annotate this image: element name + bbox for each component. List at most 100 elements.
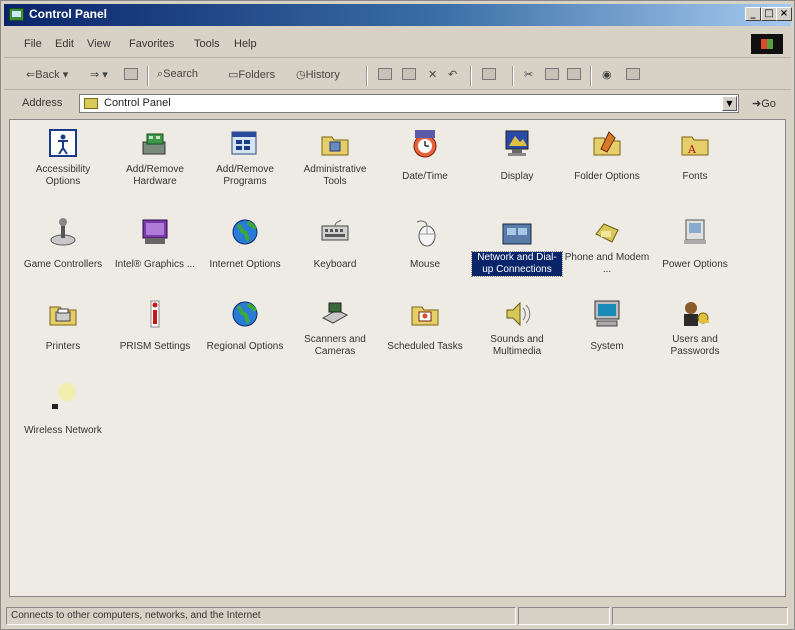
control-panel-item-users-and-passwords[interactable]: Users and Passwords (650, 298, 740, 358)
item-label: Wireless Network (24, 425, 102, 436)
users-icon (679, 298, 711, 330)
search-button[interactable]: ⌕Search (157, 68, 198, 81)
control-panel-window: Control Panel _ □ × File Edit View Favor… (0, 0, 795, 630)
scanner-icon (319, 298, 351, 330)
history-icon: ◷ (296, 69, 306, 81)
minimize-button[interactable]: _ (745, 7, 761, 21)
item-label: Date/Time (402, 171, 448, 182)
control-panel-item-scheduled-tasks[interactable]: Scheduled Tasks (380, 298, 470, 353)
phone-icon (591, 216, 623, 248)
item-label: Printers (45, 341, 81, 352)
accessibility-icon (47, 128, 79, 160)
properties-icon[interactable] (626, 68, 640, 80)
control-panel-item-prism-settings[interactable]: PRISM Settings (110, 298, 200, 353)
control-panel-folder-icon (84, 98, 98, 109)
network-icon (501, 216, 533, 248)
control-panel-item-add-remove-hardware[interactable]: Add/Remove Hardware (110, 128, 200, 188)
control-panel-item-power-options[interactable]: Power Options (650, 216, 740, 271)
delete-icon[interactable]: ✕ (428, 68, 437, 81)
hardware-icon (139, 128, 171, 160)
control-panel-item-internet-options[interactable]: Internet Options (200, 216, 290, 271)
clock-icon (409, 128, 441, 160)
forward-button[interactable]: ⇒ ▾ (90, 68, 108, 81)
undo-icon[interactable]: ↶ (448, 68, 457, 81)
refresh-icon[interactable]: ◉ (602, 68, 612, 81)
control-panel-item-mouse[interactable]: Mouse (380, 216, 470, 271)
menu-tools[interactable]: Tools (194, 38, 220, 50)
toolbar-separator (512, 66, 514, 86)
item-label: Display (500, 171, 534, 182)
item-label: Folder Options (574, 171, 640, 182)
menu-edit[interactable]: Edit (55, 38, 74, 50)
menu-file[interactable]: File (24, 38, 42, 50)
control-panel-item-accessibility-options[interactable]: Accessibility Options (18, 128, 108, 188)
toolbar-separator (147, 66, 149, 86)
prism-icon (139, 298, 171, 330)
back-button[interactable]: ⇐Back ▾ (26, 68, 68, 81)
menu-favorites[interactable]: Favorites (129, 38, 174, 50)
maximize-button[interactable]: □ (761, 7, 777, 21)
control-panel-item-display[interactable]: Display (472, 128, 562, 183)
control-panel-item-administrative-tools[interactable]: Administrative Tools (290, 128, 380, 188)
toolbar-separator (590, 66, 592, 86)
item-label: Network and Dial-up Connections (471, 251, 563, 277)
control-panel-item-regional-options[interactable]: Regional Options (200, 298, 290, 353)
control-panel-item-fonts[interactable]: A Fonts (650, 128, 740, 183)
scheduled-tasks-icon (409, 298, 441, 330)
control-panel-item-phone-and-modem[interactable]: Phone and Modem ... (562, 216, 652, 276)
item-label: Fonts (682, 171, 708, 182)
address-label: Address (22, 97, 63, 109)
up-folder-icon[interactable] (124, 68, 138, 80)
menu-help[interactable]: Help (234, 38, 257, 50)
item-label: Game Controllers (23, 259, 103, 270)
history-button[interactable]: ◷History (296, 68, 340, 81)
folders-icon: ▭ (228, 69, 239, 81)
item-label: Phone and Modem ... (564, 252, 650, 275)
wireless-icon (47, 382, 79, 414)
address-field[interactable]: Control Panel ▼ (79, 94, 739, 113)
move-to-icon[interactable] (378, 68, 392, 80)
control-panel-item-wireless-network[interactable]: Wireless Network (18, 382, 108, 437)
standard-toolbar: ⇐Back ▾ ⇒ ▾ ⌕Search ▭Folders ◷History ✕ … (4, 61, 791, 90)
views-icon[interactable] (482, 68, 496, 80)
status-bar: Connects to other computers, networks, a… (4, 605, 791, 627)
control-panel-item-folder-options[interactable]: Folder Options (562, 128, 652, 183)
toolbar-separator (366, 66, 368, 86)
go-button[interactable]: ➜Go (752, 97, 776, 110)
windows-logo-icon (751, 34, 783, 54)
address-bar: Address Control Panel ▼ ➜Go (4, 92, 791, 116)
power-icon (679, 216, 711, 248)
item-label: Power Options (662, 259, 728, 270)
item-label: Internet Options (209, 259, 281, 270)
control-panel-item-printers[interactable]: Printers (18, 298, 108, 353)
chevron-down-icon[interactable]: ▼ (722, 96, 737, 111)
control-panel-item-sounds-and-multimedia[interactable]: Sounds and Multimedia (472, 298, 562, 358)
speaker-icon (501, 298, 533, 330)
control-panel-item-date-time[interactable]: Date/Time (380, 128, 470, 183)
title-bar[interactable]: Control Panel _ □ × (4, 4, 792, 26)
control-panel-item-system[interactable]: System (562, 298, 652, 353)
joystick-icon (47, 216, 79, 248)
back-arrow-icon: ⇐ (26, 69, 36, 81)
folders-button[interactable]: ▭Folders (228, 68, 275, 81)
control-panel-item-scanners-and-cameras[interactable]: Scanners and Cameras (290, 298, 380, 358)
control-panel-item-add-remove-programs[interactable]: Add/Remove Programs (200, 128, 290, 188)
control-panel-item-game-controllers[interactable]: Game Controllers (18, 216, 108, 271)
computer-icon (591, 298, 623, 330)
cut-icon[interactable]: ✂ (524, 68, 533, 81)
copy-icon[interactable] (545, 68, 559, 80)
close-button[interactable]: × (776, 7, 792, 21)
address-value: Control Panel (104, 97, 171, 109)
control-panel-item-keyboard[interactable]: Keyboard (290, 216, 380, 271)
copy-to-icon[interactable] (402, 68, 416, 80)
item-label: Administrative Tools (303, 164, 367, 187)
menu-view[interactable]: View (87, 38, 111, 50)
item-label: PRISM Settings (119, 341, 191, 352)
toolbar-separator (470, 66, 472, 86)
paste-icon[interactable] (567, 68, 581, 80)
control-panel-item-network-and-dial-up-connections[interactable]: Network and Dial-up Connections (471, 216, 563, 277)
mouse-icon (409, 216, 441, 248)
control-panel-item-intel-graphics[interactable]: Intel® Graphics ... (110, 216, 200, 271)
item-label: Add/Remove Hardware (126, 164, 184, 187)
item-label: Scheduled Tasks (387, 341, 463, 352)
